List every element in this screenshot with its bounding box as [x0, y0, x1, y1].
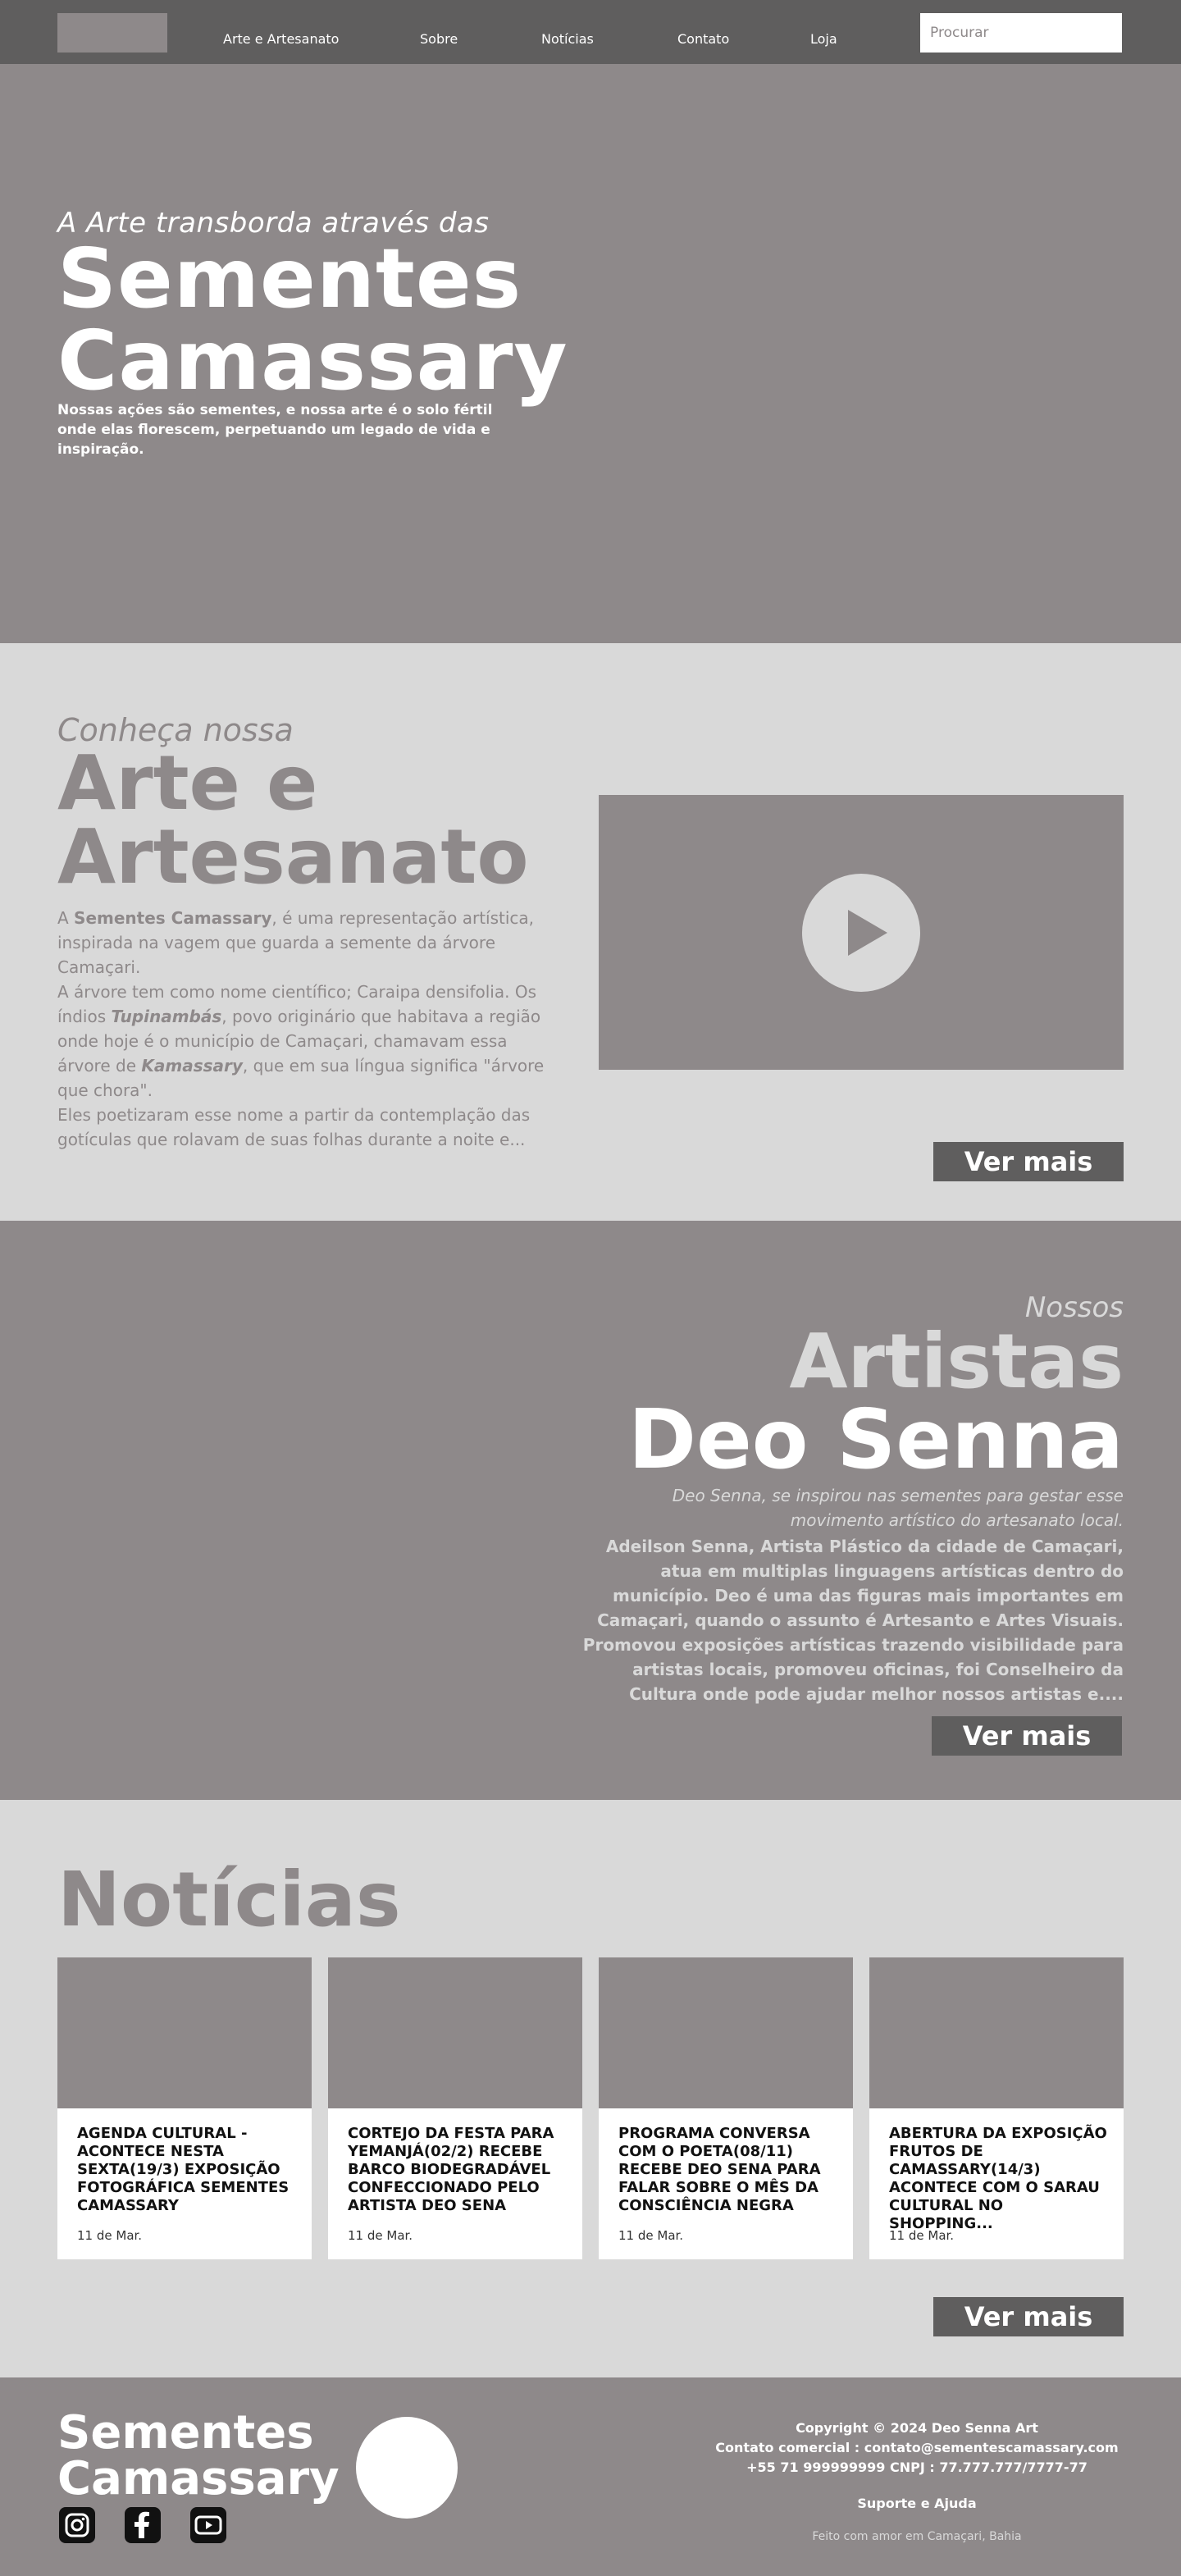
- news-card[interactable]: CORTEJO DA FESTA PARA YEMANJÁ(02/2) RECE…: [328, 1957, 582, 2259]
- artist-bio: Adeilson Senna, Artista Plástico da cida…: [582, 1537, 1124, 1704]
- footer-title: Sementes Camassary: [57, 2410, 340, 2502]
- video-player[interactable]: [599, 795, 1124, 1070]
- news-card-date: 11 de Mar.: [618, 2228, 684, 2243]
- noticias-title: Notícias: [57, 1856, 401, 1943]
- arte-section: Conheça nossa Arte e Artesanato A Sement…: [0, 643, 1181, 1221]
- news-card-title: PROGRAMA CONVERSA COM O POETA(08/11) REC…: [618, 2125, 821, 2214]
- footer-title-line2: Camassary: [57, 2452, 340, 2505]
- nav-link-loja[interactable]: Loja: [810, 31, 837, 47]
- artistas-title: Artistas: [789, 1318, 1124, 1405]
- artist-quote: Deo Senna, se inspirou nas sementes para…: [672, 1486, 1124, 1530]
- arte-p1-prefix: A: [57, 908, 75, 928]
- footer-title-line1: Sementes: [57, 2406, 314, 2460]
- news-card-image: [57, 1957, 312, 2108]
- nav-link-arte[interactable]: Arte e Artesanato: [223, 31, 339, 47]
- news-card-image: [869, 1957, 1124, 2108]
- arte-title-line2: Artesanato: [57, 813, 529, 901]
- arte-title-line1: Arte e: [57, 739, 318, 827]
- news-card[interactable]: PROGRAMA CONVERSA COM O POETA(08/11) REC…: [599, 1957, 853, 2259]
- arte-description: A Sementes Camassary, é uma representaçã…: [57, 906, 549, 1152]
- nav-link-contato[interactable]: Contato: [677, 31, 729, 47]
- news-card-date: 11 de Mar.: [889, 2228, 955, 2243]
- instagram-icon[interactable]: [59, 2507, 95, 2543]
- news-card[interactable]: AGENDA CULTURAL - ACONTECE NESTA SEXTA(1…: [57, 1957, 312, 2259]
- news-card-image: [599, 1957, 853, 2108]
- hero-title-line2: Camassary: [57, 313, 568, 409]
- hero-title-line1: Sementes: [57, 231, 522, 327]
- artistas-section: Nossos Artistas Deo Senna Deo Senna, se …: [0, 1221, 1181, 1800]
- news-card-title: CORTEJO DA FESTA PARA YEMANJÁ(02/2) RECE…: [348, 2125, 554, 2214]
- youtube-icon[interactable]: [190, 2507, 226, 2543]
- play-button[interactable]: [802, 874, 920, 992]
- arte-p1-bold: Sementes Camassary: [74, 908, 272, 928]
- footer-logo-circle: [356, 2417, 458, 2519]
- hero-section: A Arte transborda através das Sementes C…: [0, 64, 1181, 643]
- hero-title: Sementes Camassary: [57, 238, 568, 402]
- footer-contact[interactable]: Contato comercial : contato@sementescama…: [712, 2438, 1122, 2458]
- facebook-icon[interactable]: [125, 2507, 161, 2543]
- noticias-section: Notícias AGENDA CULTURAL - ACONTECE NEST…: [0, 1800, 1181, 2377]
- hero-description: Nossas ações são sementes, e nossa arte …: [57, 402, 493, 458]
- arte-paragraph-3: Eles poetizaram esse nome a partir da co…: [57, 1105, 531, 1149]
- footer-info: Copyright © 2024 Deo Senna Art Contato c…: [712, 2418, 1122, 2514]
- arte-paragraph-2: A árvore tem como nome científico; Carai…: [57, 980, 549, 1103]
- noticias-ver-mais-button[interactable]: Ver mais: [933, 2297, 1124, 2336]
- nav-link-noticias[interactable]: Notícias: [541, 31, 594, 47]
- logo-placeholder[interactable]: [57, 13, 167, 53]
- play-icon: [848, 910, 887, 956]
- footer-phone: +55 71 999999999 CNPJ : 77.777.777/7777-…: [746, 2460, 1088, 2475]
- news-card-image: [328, 1957, 582, 2108]
- news-card-title: ABERTURA DA EXPOSIÇÃO FRUTOS DE CAMASSAR…: [889, 2125, 1107, 2232]
- nav-link-sobre[interactable]: Sobre: [420, 31, 458, 47]
- footer-copyright: Copyright © 2024 Deo Senna Art: [796, 2420, 1038, 2436]
- artist-name: Deo Senna: [627, 1391, 1124, 1487]
- news-card-title: AGENDA CULTURAL - ACONTECE NESTA SEXTA(1…: [77, 2125, 290, 2214]
- arte-paragraph-1: A Sementes Camassary, é uma representaçã…: [57, 906, 549, 980]
- footer-made-with-love: Feito com amor em Camaçari, Bahia: [812, 2530, 1022, 2543]
- news-card-date: 11 de Mar.: [77, 2228, 143, 2243]
- footer: Sementes Camassary Copyright © 2024 Deo …: [0, 2377, 1181, 2576]
- news-card[interactable]: ABERTURA DA EXPOSIÇÃO FRUTOS DE CAMASSAR…: [869, 1957, 1124, 2259]
- arte-ver-mais-button[interactable]: Ver mais: [933, 1142, 1124, 1181]
- news-card-date: 11 de Mar.: [348, 2228, 413, 2243]
- search-input[interactable]: [920, 13, 1122, 53]
- top-navigation: Arte e Artesanato Sobre Notícias Contato…: [0, 0, 1181, 64]
- arte-p2-bold2: Kamassary: [141, 1056, 243, 1076]
- footer-support-link[interactable]: Suporte e Ajuda: [712, 2494, 1122, 2514]
- arte-title: Arte e Artesanato: [57, 739, 529, 901]
- artistas-ver-mais-button[interactable]: Ver mais: [932, 1716, 1122, 1756]
- arte-p2-bold1: Tupinambás: [111, 1007, 222, 1026]
